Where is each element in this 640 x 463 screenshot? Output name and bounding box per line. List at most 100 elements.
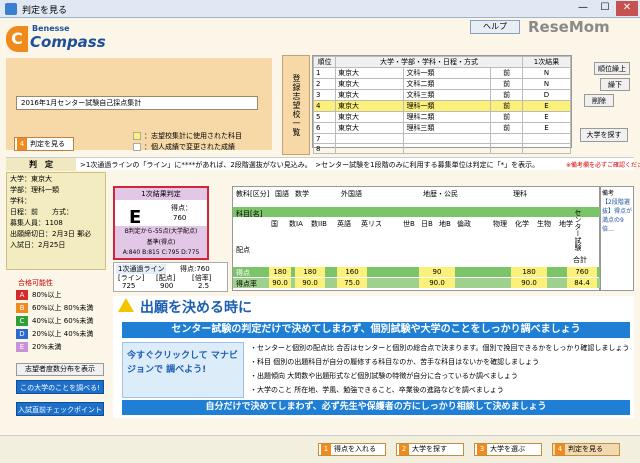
help-button[interactable]: ヘルプ xyxy=(470,20,520,34)
notes-text: 【2段階選抜】得点が満点の9倍… xyxy=(602,199,633,233)
subject-earth: 地学 xyxy=(559,220,573,228)
list-row[interactable]: 8 xyxy=(313,143,571,154)
header-school: 大学・学部・学科・日程・方式 xyxy=(335,56,523,68)
list-row[interactable]: 3 東京大 文科三類前 D xyxy=(313,89,571,101)
row-univ: 東京大 xyxy=(334,122,405,134)
title-bar: 判定を見る — ☐ ✕ xyxy=(0,0,640,18)
pass-line-v1: 725 xyxy=(122,282,136,290)
subject-physics: 物理 xyxy=(493,220,507,228)
group-japanese: 国語 xyxy=(275,190,289,198)
delete-button[interactable]: 削除 xyxy=(584,94,614,107)
research-university-button[interactable]: この大学のことを調べる! xyxy=(16,380,104,394)
score-math: 180 xyxy=(295,267,325,277)
pass-row-c: C 40%以上 60%未満 xyxy=(16,316,93,326)
legend-changed-text: ：個人成績で変更された成績 xyxy=(144,143,235,151)
school-info-panel: 大学：東京大 学部：理科一類 学科： 日程：前 方式： 募集人員：1108 出願… xyxy=(6,172,106,270)
pass-row-a: A 80%以上 xyxy=(16,290,62,300)
judgment-score: 760 xyxy=(173,214,187,222)
header-rank: 順位 xyxy=(313,56,336,68)
info-faculty: 学部：理科一類 xyxy=(10,186,59,194)
pass-row-e: E 20%未満 xyxy=(16,342,62,352)
row-label-subject: 教科[区分] xyxy=(236,190,270,198)
rate-math: 90.0 xyxy=(295,278,325,288)
close-button[interactable]: ✕ xyxy=(616,1,638,16)
row-univ: 東京大 xyxy=(334,89,405,101)
registered-list-tab[interactable]: 登録志望校一覧 xyxy=(282,55,310,155)
grade-a-text: 80%以上 xyxy=(32,291,62,299)
row-label-course: 科目[名] xyxy=(236,210,263,218)
distribution-button[interactable]: 志望者度数分布を表示 xyxy=(16,363,104,376)
row-term: 前 xyxy=(490,111,523,123)
pass-line-v2: 900 xyxy=(160,282,174,290)
score-total: 760 xyxy=(567,267,597,277)
row-univ: 東京大 xyxy=(334,67,405,79)
logo-brand: Benesse xyxy=(32,24,70,33)
advice-line-tendency: ・出題傾向 大問数や出題形式など個別試験の特徴が自分に合っているか調べましょう xyxy=(250,372,518,380)
nav-enter-score[interactable]: 1 得点を入れる xyxy=(318,443,386,456)
maximize-button[interactable]: ☐ xyxy=(594,1,616,16)
row-term: 前 xyxy=(490,122,523,134)
judge-tab-number: 4 xyxy=(17,138,27,150)
row-term: 前 xyxy=(490,78,523,90)
nav-find-university[interactable]: 2 大学を探す xyxy=(396,443,464,456)
app-icon xyxy=(5,3,17,15)
subject-ethics: 倫政 xyxy=(457,220,471,228)
row-rank: 7 xyxy=(313,133,336,144)
row-term: 前 xyxy=(490,89,523,101)
grade-b-badge: B xyxy=(16,303,28,313)
list-row[interactable]: 5 東京大 理科二類前 E xyxy=(313,111,571,123)
row-dept: 理科二類 xyxy=(403,111,492,123)
subject-world-hist: 世B xyxy=(403,220,415,228)
row-result: E xyxy=(522,111,571,123)
row-term: 前 xyxy=(490,67,523,79)
manabi-vision-link[interactable]: 今すぐクリックして マナビジョンで 調べよう! xyxy=(122,342,244,398)
notes-panel: 備考 【2段階選抜】得点が満点の9倍… xyxy=(600,186,634,291)
score-japanese: 180 xyxy=(269,267,291,277)
list-row[interactable]: 2 東京大 文科二類前 N xyxy=(313,78,571,90)
advice-bottom-banner: 自分だけで決めてしまわず、必ず先生や保護者の方にしっかり相談して決めましょう xyxy=(122,400,630,415)
group-math: 数学 xyxy=(295,190,309,198)
exam-select[interactable]: 2016年1月センター試験自己採点集計 xyxy=(16,96,258,110)
row-univ: 東京大 xyxy=(334,111,405,123)
row-dept: 理科一類 xyxy=(403,100,492,112)
list-row-selected[interactable]: 4 東京大 理科一類前 E xyxy=(313,100,571,112)
judge-bar: 判 定 >1次通過ラインの「ライン」に****があれば、2段階選抜がない見込み。… xyxy=(6,157,640,171)
row-result: N xyxy=(522,67,571,79)
pass-line-v3: 2.5 xyxy=(198,282,210,290)
nav-label: 得点を入れる xyxy=(334,445,376,453)
rate-total: 84.4 xyxy=(567,278,597,288)
subject-jp-hist: 日B xyxy=(421,220,433,228)
score-english: 160 xyxy=(337,267,367,277)
list-row[interactable]: 7 xyxy=(313,133,571,144)
move-up-button[interactable]: 順位繰上 xyxy=(594,62,630,75)
row-label-allot: 配点 xyxy=(236,246,250,254)
minimize-button[interactable]: — xyxy=(572,1,594,16)
info-deadline: 出願締切日：2月3日 郵必 xyxy=(10,230,92,238)
total-label: 合計 xyxy=(573,256,587,264)
find-university-button[interactable]: 大学を探す xyxy=(580,128,628,142)
advice-title: 出願を決める時に xyxy=(140,300,252,316)
notes-title: 備考 xyxy=(602,190,615,197)
judge-tab-button[interactable]: 4 判定を見る xyxy=(14,137,74,151)
logo-mark-icon: C xyxy=(6,26,28,52)
list-row[interactable]: 1 東京大 文科一類前 N xyxy=(313,67,571,79)
advice-banner: センター試験の判定だけで決めてしまわず、個別試験や大学のことをしっかり調べましょ… xyxy=(122,322,630,338)
row-rank: 3 xyxy=(313,89,336,101)
subject-biology: 生物 xyxy=(537,220,551,228)
grade-d-badge: D xyxy=(16,329,28,339)
list-row[interactable]: 6 東京大 理科三類前 E xyxy=(313,122,571,134)
row-label-rate: 得点率 xyxy=(236,280,257,288)
row-term: 前 xyxy=(490,100,523,112)
advice-line-ratio: ・センターと個別の配点比 合否はセンターと個別の総合点で決まります。個別で挽回で… xyxy=(250,344,630,352)
nav-view-judgment[interactable]: 4 判定を見る xyxy=(552,443,620,456)
nav-num: 2 xyxy=(399,444,409,455)
exam-checkpoint-button[interactable]: 入試直前チェックポイント xyxy=(16,402,104,416)
move-down-button[interactable]: 繰下 xyxy=(600,78,630,91)
judgment-grade: E xyxy=(129,207,142,228)
judge-tab-label: 判定を見る xyxy=(30,140,65,148)
nav-select-university[interactable]: 3 大学を選ぶ xyxy=(474,443,542,456)
judgment-diff: B判定から-55点(大学配点) xyxy=(115,226,207,237)
grade-e-badge: E xyxy=(16,342,28,352)
pass-line-box: 1次通過ライン 得点:760 [ライン] [配点] [倍率] 725 900 2… xyxy=(113,262,228,292)
subject-japanese: 国 xyxy=(271,220,278,228)
